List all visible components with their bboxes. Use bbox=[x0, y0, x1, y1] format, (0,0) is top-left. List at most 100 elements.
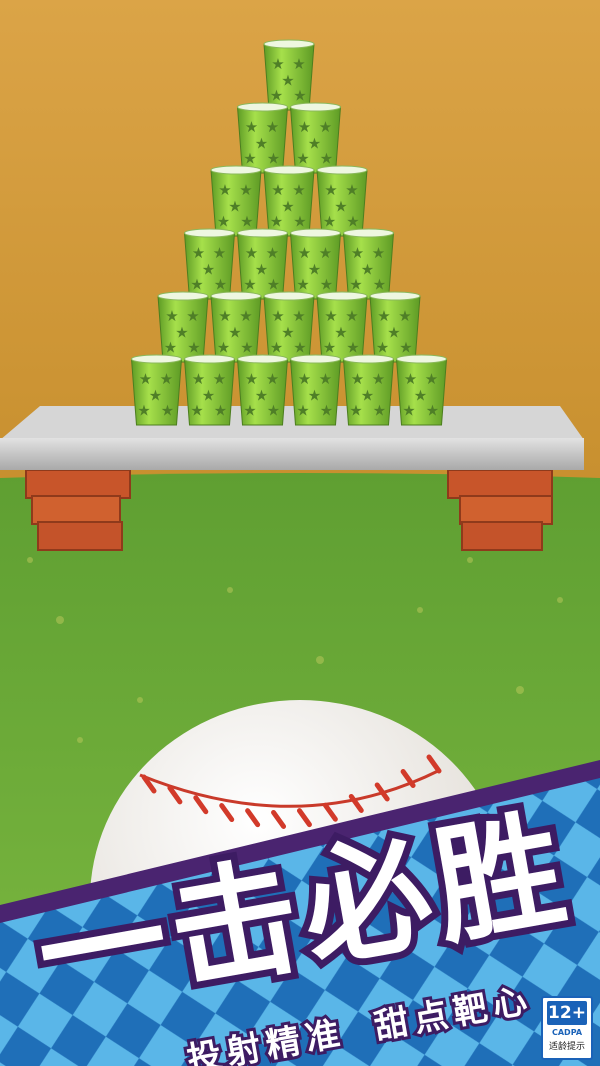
cup-star-icon: ★ bbox=[298, 118, 311, 136]
cup-star-icon: ★ bbox=[161, 401, 174, 419]
cup-star-icon: ★ bbox=[323, 212, 336, 230]
cup-star-icon: ★ bbox=[270, 338, 283, 356]
table-top-edge bbox=[0, 438, 584, 470]
cup-star-icon: ★ bbox=[267, 275, 280, 293]
cup-star-icon: ★ bbox=[266, 244, 279, 262]
cup-star-icon: ★ bbox=[345, 181, 358, 199]
cup-star-icon: ★ bbox=[243, 401, 256, 419]
cup: ★ ★★★ ★ bbox=[236, 228, 289, 300]
cup-star-icon: ★ bbox=[404, 370, 417, 388]
cup-star-icon: ★ bbox=[218, 307, 231, 325]
cup: ★ ★★★ ★ bbox=[210, 291, 262, 363]
cup-star-icon: ★ bbox=[351, 244, 364, 262]
cup-star-icon: ★ bbox=[402, 401, 415, 419]
cup-star-icon: ★ bbox=[165, 307, 178, 325]
cup: ★ ★★★ ★ bbox=[263, 39, 315, 111]
cup-star-icon: ★ bbox=[245, 118, 258, 136]
cup: ★ ★★★ ★ bbox=[157, 291, 209, 363]
cup-star-icon: ★ bbox=[270, 212, 283, 230]
brick-support-right bbox=[447, 469, 553, 551]
cup-star-icon: ★ bbox=[217, 212, 230, 230]
cup: ★ ★★★ ★ bbox=[316, 291, 368, 363]
cup-star-icon: ★ bbox=[372, 370, 385, 388]
cup-star-icon: ★ bbox=[346, 338, 359, 356]
cup-star-icon: ★ bbox=[319, 370, 332, 388]
cup-star-icon: ★ bbox=[298, 244, 311, 262]
cup-star-icon: ★ bbox=[292, 55, 305, 73]
age-rating-org: CADPA bbox=[551, 1028, 583, 1037]
cup: ★ ★★★ ★ bbox=[316, 165, 368, 237]
cup-star-icon: ★ bbox=[267, 149, 280, 167]
cup-star-icon: ★ bbox=[160, 370, 173, 388]
cup-star-icon: ★ bbox=[192, 244, 205, 262]
cup-star-icon: ★ bbox=[214, 275, 227, 293]
cup: ★ ★★★ ★ bbox=[395, 354, 448, 426]
cup-star-icon: ★ bbox=[296, 401, 309, 419]
cup-star-icon: ★ bbox=[292, 181, 305, 199]
cup-star-icon: ★ bbox=[398, 307, 411, 325]
cup-star-icon: ★ bbox=[377, 307, 390, 325]
cup-star-icon: ★ bbox=[240, 212, 253, 230]
cup-star-icon: ★ bbox=[271, 55, 284, 73]
cup-star-icon: ★ bbox=[372, 244, 385, 262]
cup-star-icon: ★ bbox=[164, 338, 177, 356]
cup-star-icon: ★ bbox=[426, 401, 439, 419]
cup-star-icon: ★ bbox=[245, 244, 258, 262]
cup-star-icon: ★ bbox=[243, 149, 256, 167]
cup: ★ ★★★ ★ bbox=[369, 291, 421, 363]
cup-star-icon: ★ bbox=[349, 401, 362, 419]
cup-star-icon: ★ bbox=[270, 86, 283, 104]
cup: ★ ★★★ ★ bbox=[289, 354, 342, 426]
cup-star-icon: ★ bbox=[376, 338, 389, 356]
cup-star-icon: ★ bbox=[217, 338, 230, 356]
cup: ★ ★★★ ★ bbox=[263, 291, 315, 363]
cup-star-icon: ★ bbox=[271, 307, 284, 325]
cup-star-icon: ★ bbox=[267, 401, 280, 419]
cup: ★ ★★★ ★ bbox=[342, 228, 395, 300]
cup-star-icon: ★ bbox=[320, 275, 333, 293]
cup: ★ ★★★ ★ bbox=[183, 228, 236, 300]
cup: ★ ★★★ ★ bbox=[342, 354, 395, 426]
cup-star-icon: ★ bbox=[214, 401, 227, 419]
cup-star-icon: ★ bbox=[373, 401, 386, 419]
table-top-surface bbox=[0, 406, 584, 440]
cup: ★ ★★★ ★ bbox=[263, 165, 315, 237]
cup-star-icon: ★ bbox=[239, 181, 252, 199]
cup-star-icon: ★ bbox=[190, 401, 203, 419]
cup-star-icon: ★ bbox=[349, 275, 362, 293]
cup-star-icon: ★ bbox=[192, 370, 205, 388]
cup-star-icon: ★ bbox=[239, 307, 252, 325]
cup-star-icon: ★ bbox=[298, 370, 311, 388]
age-rating-value: 12+ bbox=[547, 1001, 587, 1025]
cup-star-icon: ★ bbox=[399, 338, 412, 356]
cup-star-icon: ★ bbox=[292, 307, 305, 325]
cup-star-icon: ★ bbox=[320, 401, 333, 419]
cup-star-icon: ★ bbox=[218, 181, 231, 199]
cup-star-icon: ★ bbox=[324, 307, 337, 325]
cup-star-icon: ★ bbox=[293, 338, 306, 356]
cup-star-icon: ★ bbox=[319, 244, 332, 262]
cup-star-icon: ★ bbox=[293, 212, 306, 230]
cup-star-icon: ★ bbox=[186, 307, 199, 325]
cup-star-icon: ★ bbox=[240, 338, 253, 356]
cup-star-icon: ★ bbox=[266, 370, 279, 388]
cup-star-icon: ★ bbox=[293, 86, 306, 104]
cup-star-icon: ★ bbox=[373, 275, 386, 293]
cup-star-icon: ★ bbox=[139, 370, 152, 388]
game-scene: ★ ★ ★ ★ ★ ★ ★ ★ ★ ★ ★ ★ ★ ★ ★ ★ ★ ★ ★ ★ ★ ★ ★ ★ ★ ★ ★ ★ ★ ★ ★ ★ ★ ★ ★ ★ ★ ★ ★ ★… bbox=[0, 0, 600, 1066]
cup-star-icon: ★ bbox=[213, 244, 226, 262]
cup-star-icon: ★ bbox=[324, 181, 337, 199]
cup: ★ ★★★ ★ bbox=[236, 102, 289, 174]
cup: ★ ★★★ ★ bbox=[236, 354, 289, 426]
cup-star-icon: ★ bbox=[345, 307, 358, 325]
cup-star-icon: ★ bbox=[425, 370, 438, 388]
cup-star-icon: ★ bbox=[323, 338, 336, 356]
brick-support-left bbox=[25, 469, 131, 551]
cup: ★ ★★★ ★ bbox=[289, 102, 342, 174]
cup-star-icon: ★ bbox=[320, 149, 333, 167]
cup: ★ ★★★ ★ bbox=[130, 354, 183, 426]
cup-star-icon: ★ bbox=[245, 370, 258, 388]
cup-star-icon: ★ bbox=[296, 149, 309, 167]
cup-star-icon: ★ bbox=[266, 118, 279, 136]
cup-star-icon: ★ bbox=[296, 275, 309, 293]
